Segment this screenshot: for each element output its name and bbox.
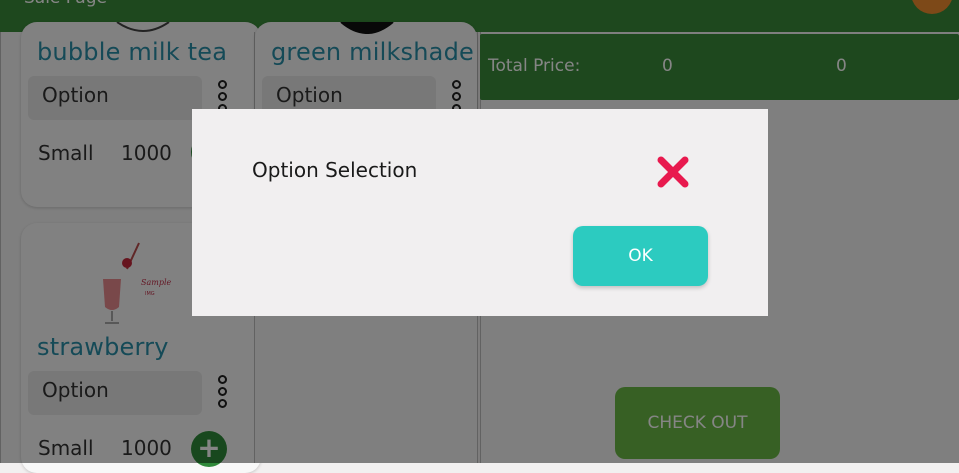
option-selection-dialog: Option Selection OK <box>192 109 768 316</box>
close-icon[interactable] <box>655 154 691 190</box>
dialog-title: Option Selection <box>252 158 418 182</box>
ok-button[interactable]: OK <box>573 226 708 286</box>
